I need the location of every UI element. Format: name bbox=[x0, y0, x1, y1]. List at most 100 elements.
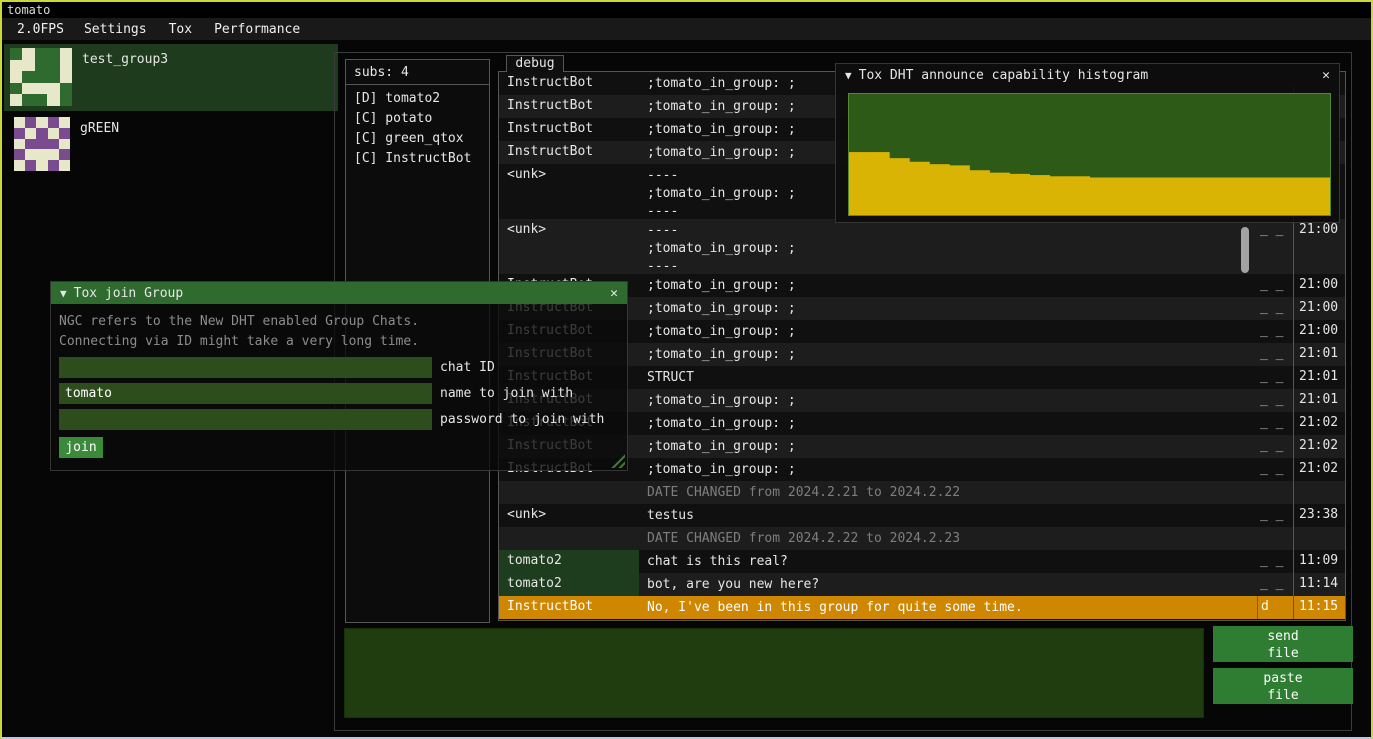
avatar-pixel bbox=[48, 128, 59, 139]
histogram-titlebar[interactable]: ▼ Tox DHT announce capability histogram … bbox=[836, 64, 1339, 86]
collapse-arrow-icon[interactable]: ▼ bbox=[845, 69, 852, 82]
avatar-pixel bbox=[47, 71, 59, 83]
subs-member-item[interactable]: [C] green_qtox bbox=[346, 129, 489, 149]
group-list-item[interactable]: test_group3 bbox=[4, 44, 338, 111]
menu-item-settings[interactable]: Settings bbox=[73, 20, 158, 39]
message-author: InstructBot bbox=[499, 72, 639, 95]
avatar-pixel bbox=[60, 71, 72, 83]
paste-file-button[interactable]: paste file bbox=[1213, 668, 1353, 704]
message-time: 11:15 bbox=[1293, 596, 1345, 619]
group-avatar bbox=[14, 117, 70, 171]
message-time: 11:09 bbox=[1293, 550, 1345, 573]
avatar-pixel bbox=[59, 128, 70, 139]
message-text: ;tomato_in_group: ; bbox=[639, 297, 1257, 320]
avatar-pixel bbox=[22, 83, 34, 95]
message-status: _ _ bbox=[1257, 504, 1293, 527]
avatar-pixel bbox=[47, 94, 59, 106]
avatar-pixel bbox=[48, 160, 59, 171]
avatar-pixel bbox=[10, 60, 22, 72]
close-icon[interactable]: ✕ bbox=[610, 286, 618, 301]
avatar-pixel bbox=[36, 139, 47, 150]
collapse-arrow-icon[interactable]: ▼ bbox=[60, 287, 67, 300]
message-status: _ _ bbox=[1257, 366, 1293, 389]
avatar-pixel bbox=[47, 60, 59, 72]
menu-item-tox[interactable]: Tox bbox=[158, 20, 203, 39]
message-author: InstructBot bbox=[499, 596, 639, 619]
chat-row[interactable]: DATE CHANGED from 2024.2.22 to 2024.2.23 bbox=[499, 527, 1345, 550]
tab-debug[interactable]: debug bbox=[506, 55, 564, 72]
join-name-input[interactable] bbox=[59, 383, 432, 404]
chat-id-label: chat ID bbox=[440, 357, 495, 378]
avatar-pixel bbox=[14, 139, 25, 150]
avatar-pixel bbox=[35, 48, 47, 60]
avatar-pixel bbox=[22, 71, 34, 83]
avatar-pixel bbox=[10, 83, 22, 95]
message-status: _ _ bbox=[1257, 297, 1293, 320]
avatar-pixel bbox=[35, 71, 47, 83]
group-list: test_group3 gREEN bbox=[4, 44, 338, 182]
chat-row[interactable]: <unk>---- ;tomato_in_group: ; ----_ _21:… bbox=[499, 219, 1345, 274]
avatar-pixel bbox=[36, 128, 47, 139]
chat-row[interactable]: tomato2bot, are you new here?_ _11:14 bbox=[499, 573, 1345, 596]
avatar-pixel bbox=[36, 149, 47, 160]
chat-row[interactable]: InstructBotNo, I've been in this group f… bbox=[499, 596, 1345, 619]
message-text: ;tomato_in_group: ; bbox=[639, 320, 1257, 343]
avatar-pixel bbox=[47, 83, 59, 95]
chat-scrollbar-thumb[interactable] bbox=[1241, 227, 1249, 273]
message-status: _ _ bbox=[1257, 412, 1293, 435]
message-time: 21:02 bbox=[1293, 458, 1345, 481]
join-name-label: name to join with bbox=[440, 383, 573, 404]
message-author bbox=[499, 481, 639, 504]
message-text: chat is this real? bbox=[639, 550, 1257, 573]
subs-member-item[interactable]: [D] tomato2 bbox=[346, 89, 489, 109]
message-status: _ _ bbox=[1257, 274, 1293, 297]
resize-grip-icon[interactable] bbox=[609, 452, 625, 468]
group-name-label: test_group3 bbox=[82, 52, 168, 67]
join-info-line: Connecting via ID might take a very long… bbox=[59, 332, 619, 352]
message-text: ;tomato_in_group: ; bbox=[639, 274, 1257, 297]
avatar-pixel bbox=[48, 139, 59, 150]
join-password-input[interactable] bbox=[59, 409, 432, 430]
subs-member-item[interactable]: [C] potato bbox=[346, 109, 489, 129]
message-author: <unk> bbox=[499, 164, 639, 219]
histogram-window-title: Tox DHT announce capability histogram bbox=[859, 68, 1316, 83]
message-time bbox=[1293, 527, 1345, 550]
message-author: InstructBot bbox=[499, 118, 639, 141]
avatar-pixel bbox=[48, 117, 59, 128]
send-file-button[interactable]: send file bbox=[1213, 626, 1353, 662]
group-list-item[interactable]: gREEN bbox=[4, 113, 338, 180]
message-text: ;tomato_in_group: ; bbox=[639, 389, 1257, 412]
histogram-plot-svg bbox=[849, 94, 1330, 215]
chat-row[interactable]: tomato2chat is this real?_ _11:09 bbox=[499, 550, 1345, 573]
chat-row[interactable]: DATE CHANGED from 2024.2.21 to 2024.2.22 bbox=[499, 481, 1345, 504]
avatar-pixel bbox=[59, 139, 70, 150]
avatar-pixel bbox=[60, 48, 72, 60]
message-text: ---- ;tomato_in_group: ; ---- bbox=[639, 219, 1257, 274]
group-avatar bbox=[10, 48, 72, 106]
avatar-pixel bbox=[25, 160, 36, 171]
avatar-pixel bbox=[36, 117, 47, 128]
avatar-pixel bbox=[14, 128, 25, 139]
message-status bbox=[1257, 481, 1293, 504]
avatar-pixel bbox=[59, 160, 70, 171]
subs-member-item[interactable]: [C] InstructBot bbox=[346, 149, 489, 169]
avatar-pixel bbox=[25, 117, 36, 128]
message-status: _ _ bbox=[1257, 550, 1293, 573]
message-time: 11:14 bbox=[1293, 573, 1345, 596]
join-group-titlebar[interactable]: ▼ Tox join Group ✕ bbox=[51, 282, 627, 304]
menu-item-performance[interactable]: Performance bbox=[203, 20, 311, 39]
join-button[interactable]: join bbox=[59, 437, 103, 458]
message-input[interactable] bbox=[344, 628, 1204, 718]
chat-row[interactable]: <unk>testus_ _23:38 bbox=[499, 504, 1345, 527]
avatar-pixel bbox=[10, 71, 22, 83]
close-icon[interactable]: ✕ bbox=[1322, 68, 1330, 83]
menubar: 2.0FPSSettingsToxPerformance bbox=[2, 18, 1371, 40]
avatar-pixel bbox=[22, 48, 34, 60]
message-text: ;tomato_in_group: ; bbox=[639, 343, 1257, 366]
avatar-pixel bbox=[10, 48, 22, 60]
group-name-label: gREEN bbox=[80, 121, 119, 136]
chat-id-input[interactable] bbox=[59, 357, 432, 378]
message-status: _ _ bbox=[1257, 458, 1293, 481]
message-author bbox=[499, 527, 639, 550]
message-text: testus bbox=[639, 504, 1257, 527]
